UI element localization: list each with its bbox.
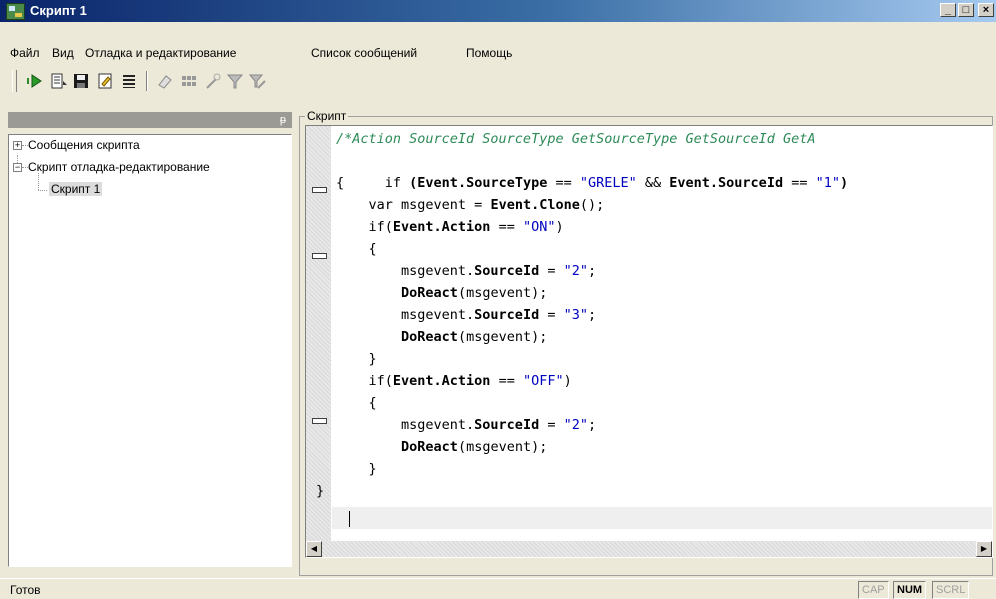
- script-tree[interactable]: + Сообщения скрипта − Скрипт отладка-ред…: [8, 134, 292, 567]
- tree-line: [38, 173, 39, 190]
- collapse-icon[interactable]: −: [13, 163, 22, 172]
- fold-marker-icon[interactable]: [312, 187, 327, 193]
- fold-marker-icon[interactable]: [312, 253, 327, 259]
- code-line: DoReact(msgevent);: [401, 439, 548, 455]
- tree-item-script-1[interactable]: Скрипт 1: [49, 182, 103, 196]
- code-line: {: [336, 175, 345, 191]
- eraser-icon[interactable]: [156, 72, 174, 90]
- code-line: if(Event.Action == "OFF"): [336, 373, 572, 389]
- scroll-left-icon[interactable]: ◀: [306, 541, 322, 557]
- code-line: }: [336, 461, 377, 477]
- code-line: }: [336, 351, 377, 367]
- minimize-button[interactable]: _: [940, 3, 956, 17]
- status-bar: Готов CAP NUM SCRL: [0, 578, 996, 599]
- title-bar: Скрипт 1 _ □ ×: [0, 0, 996, 22]
- scroll-right-icon[interactable]: ▶: [976, 541, 992, 557]
- app-icon: [6, 3, 25, 20]
- code-line: /*Action SourceId SourceType GetSourceTy…: [336, 131, 816, 147]
- menu-help[interactable]: Помощь: [466, 46, 512, 60]
- pin-icon[interactable]: ᵽ: [280, 114, 286, 126]
- horizontal-scrollbar[interactable]: ◀ ▶: [306, 541, 992, 557]
- code-line: if (Event.SourceType == "GRELE" && Event…: [384, 175, 849, 191]
- num-indicator: NUM: [893, 581, 927, 599]
- text-caret: [349, 511, 350, 527]
- list-icon[interactable]: [120, 72, 138, 90]
- code-line: msgevent.SourceId = "3";: [336, 307, 597, 323]
- code-editor[interactable]: /*Action SourceId SourceType GetSourceTy…: [305, 125, 993, 558]
- editor-gutter: [306, 126, 331, 541]
- tree-item-script-messages[interactable]: Сообщения скрипта: [28, 138, 140, 152]
- code-line: DoReact(msgevent);: [401, 285, 548, 301]
- panel-header: ᵽ: [8, 112, 292, 128]
- toolbar: [0, 68, 996, 94]
- code-line: {: [336, 241, 377, 257]
- menu-bar: Файл Вид Отладка и редактирование Список…: [0, 44, 996, 64]
- cap-indicator: CAP: [858, 581, 889, 599]
- filter-icon[interactable]: [226, 72, 244, 90]
- code-line: }: [316, 483, 325, 499]
- close-button[interactable]: ×: [978, 3, 994, 17]
- code-line: msgevent.SourceId = "2";: [336, 417, 597, 433]
- menu-debug-edit[interactable]: Отладка и редактирование: [85, 46, 236, 60]
- status-text: Готов: [10, 583, 41, 597]
- toolbar-grip[interactable]: [12, 70, 17, 92]
- code-line: if(Event.Action == "ON"): [336, 219, 564, 235]
- window-title: Скрипт 1: [30, 3, 87, 18]
- menu-view[interactable]: Вид: [52, 46, 74, 60]
- code-line: msgevent.SourceId = "2";: [336, 263, 597, 279]
- script-group-label: Скрипт: [305, 109, 349, 123]
- step-icon[interactable]: [50, 72, 68, 90]
- maximize-button[interactable]: □: [958, 3, 974, 17]
- fold-marker-icon[interactable]: [312, 418, 327, 424]
- grid-icon[interactable]: [180, 72, 198, 90]
- new-script-icon[interactable]: [96, 72, 114, 90]
- tree-item-script-debug-edit[interactable]: Скрипт отладка-редактирование: [28, 160, 210, 174]
- magic-icon[interactable]: [204, 72, 222, 90]
- run-icon[interactable]: [25, 72, 43, 90]
- menu-file[interactable]: Файл: [10, 46, 40, 60]
- expand-icon[interactable]: +: [13, 141, 22, 150]
- toolbar-separator: [146, 71, 148, 91]
- code-line: DoReact(msgevent);: [401, 329, 548, 345]
- tree-line: [38, 190, 47, 191]
- menu-message-list[interactable]: Список сообщений: [311, 46, 417, 60]
- filter-edit-icon[interactable]: [248, 72, 266, 90]
- current-line-highlight: [332, 507, 992, 529]
- save-icon[interactable]: [72, 72, 90, 90]
- code-line: var msgevent = Event.Clone();: [336, 197, 605, 213]
- scrl-indicator: SCRL: [932, 581, 970, 599]
- code-line: {: [336, 395, 377, 411]
